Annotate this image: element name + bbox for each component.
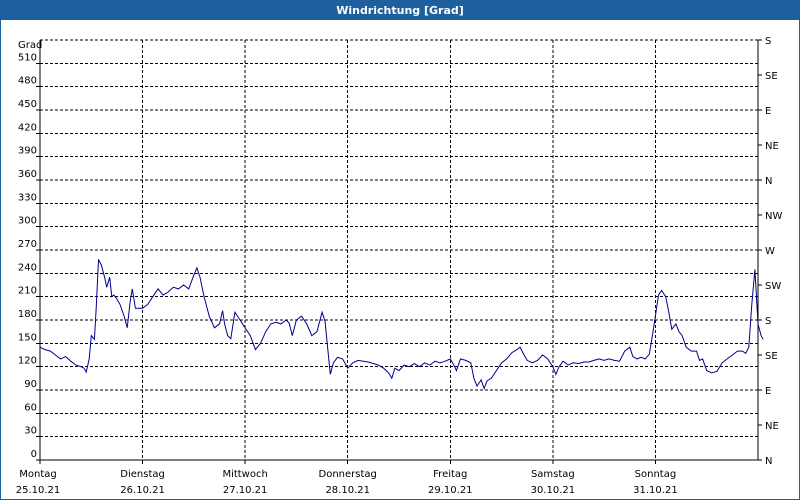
y-tick-label: 510 xyxy=(18,52,37,63)
y-tick-label: 60 xyxy=(24,402,37,413)
x-tick-date-label: 27.10.21 xyxy=(223,485,268,496)
series-layer xyxy=(39,259,764,390)
y-tick-label: 0 xyxy=(31,449,37,460)
y2-tick-label: S xyxy=(765,36,771,47)
x-tick-day-label: Dienstag xyxy=(120,469,165,480)
y-tick-label: 180 xyxy=(18,309,37,320)
y2-tick-label: NE xyxy=(765,141,779,152)
x-tick-date-label: 26.10.21 xyxy=(120,485,165,496)
y2-tick-label: SE xyxy=(765,71,778,82)
y-tick-label: 360 xyxy=(18,169,37,180)
grid xyxy=(40,39,758,460)
y2-tick-label: S xyxy=(765,316,771,327)
y2-tick-label: W xyxy=(765,246,775,257)
y-tick-label: 270 xyxy=(18,239,37,250)
x-tick-day-label: Mittwoch xyxy=(222,469,267,480)
y2-tick-label: NE xyxy=(765,421,779,432)
y2-tick-label: N xyxy=(765,456,772,467)
y-tick-label: 120 xyxy=(18,356,37,367)
tick-labels: 0 30 60 90 120 150 180 210 240 270 300 330 360 390 420… xyxy=(16,36,783,496)
x-tick-date-label: 31.10.21 xyxy=(633,485,678,496)
x-tick-day-label: Samstag xyxy=(531,469,575,480)
y2-tick-label: SE xyxy=(765,351,778,362)
y-tick-label: 150 xyxy=(18,332,37,343)
y2-tick-label: E xyxy=(765,386,771,397)
y-tick-label: 210 xyxy=(18,286,37,297)
y2-tick-label: SW xyxy=(765,281,781,292)
x-tick-day-label: Sonntag xyxy=(635,469,677,480)
y-tick-label: 480 xyxy=(18,76,37,87)
x-tick-day-label: Montag xyxy=(19,469,56,480)
y-tick-label: 240 xyxy=(18,262,37,273)
axes xyxy=(36,39,762,464)
y2-tick-label: E xyxy=(765,106,771,117)
y-tick-label: 390 xyxy=(18,146,37,157)
y-tick-label: 30 xyxy=(24,426,37,437)
y2-tick-label: NW xyxy=(765,211,782,222)
x-tick-day-label: Donnerstag xyxy=(319,469,377,480)
y2-tick-label: N xyxy=(765,176,772,187)
x-tick-date-label: 29.10.21 xyxy=(428,485,473,496)
x-tick-date-label: 25.10.21 xyxy=(16,485,61,496)
x-tick-date-label: 30.10.21 xyxy=(531,485,576,496)
y-tick-label: 330 xyxy=(18,192,37,203)
y-tick-label: 450 xyxy=(18,99,37,110)
y-tick-label: 300 xyxy=(18,216,37,227)
x-tick-date-label: 28.10.21 xyxy=(325,485,370,496)
y-tick-label: 420 xyxy=(18,122,37,133)
y-tick-label: 90 xyxy=(24,379,37,390)
series-line xyxy=(39,259,764,390)
y-axis-label: Grad xyxy=(18,40,42,51)
x-tick-day-label: Freitag xyxy=(433,469,467,480)
line-chart: 0 30 60 90 120 150 180 210 240 270 300 330 360 390 420… xyxy=(16,36,783,496)
